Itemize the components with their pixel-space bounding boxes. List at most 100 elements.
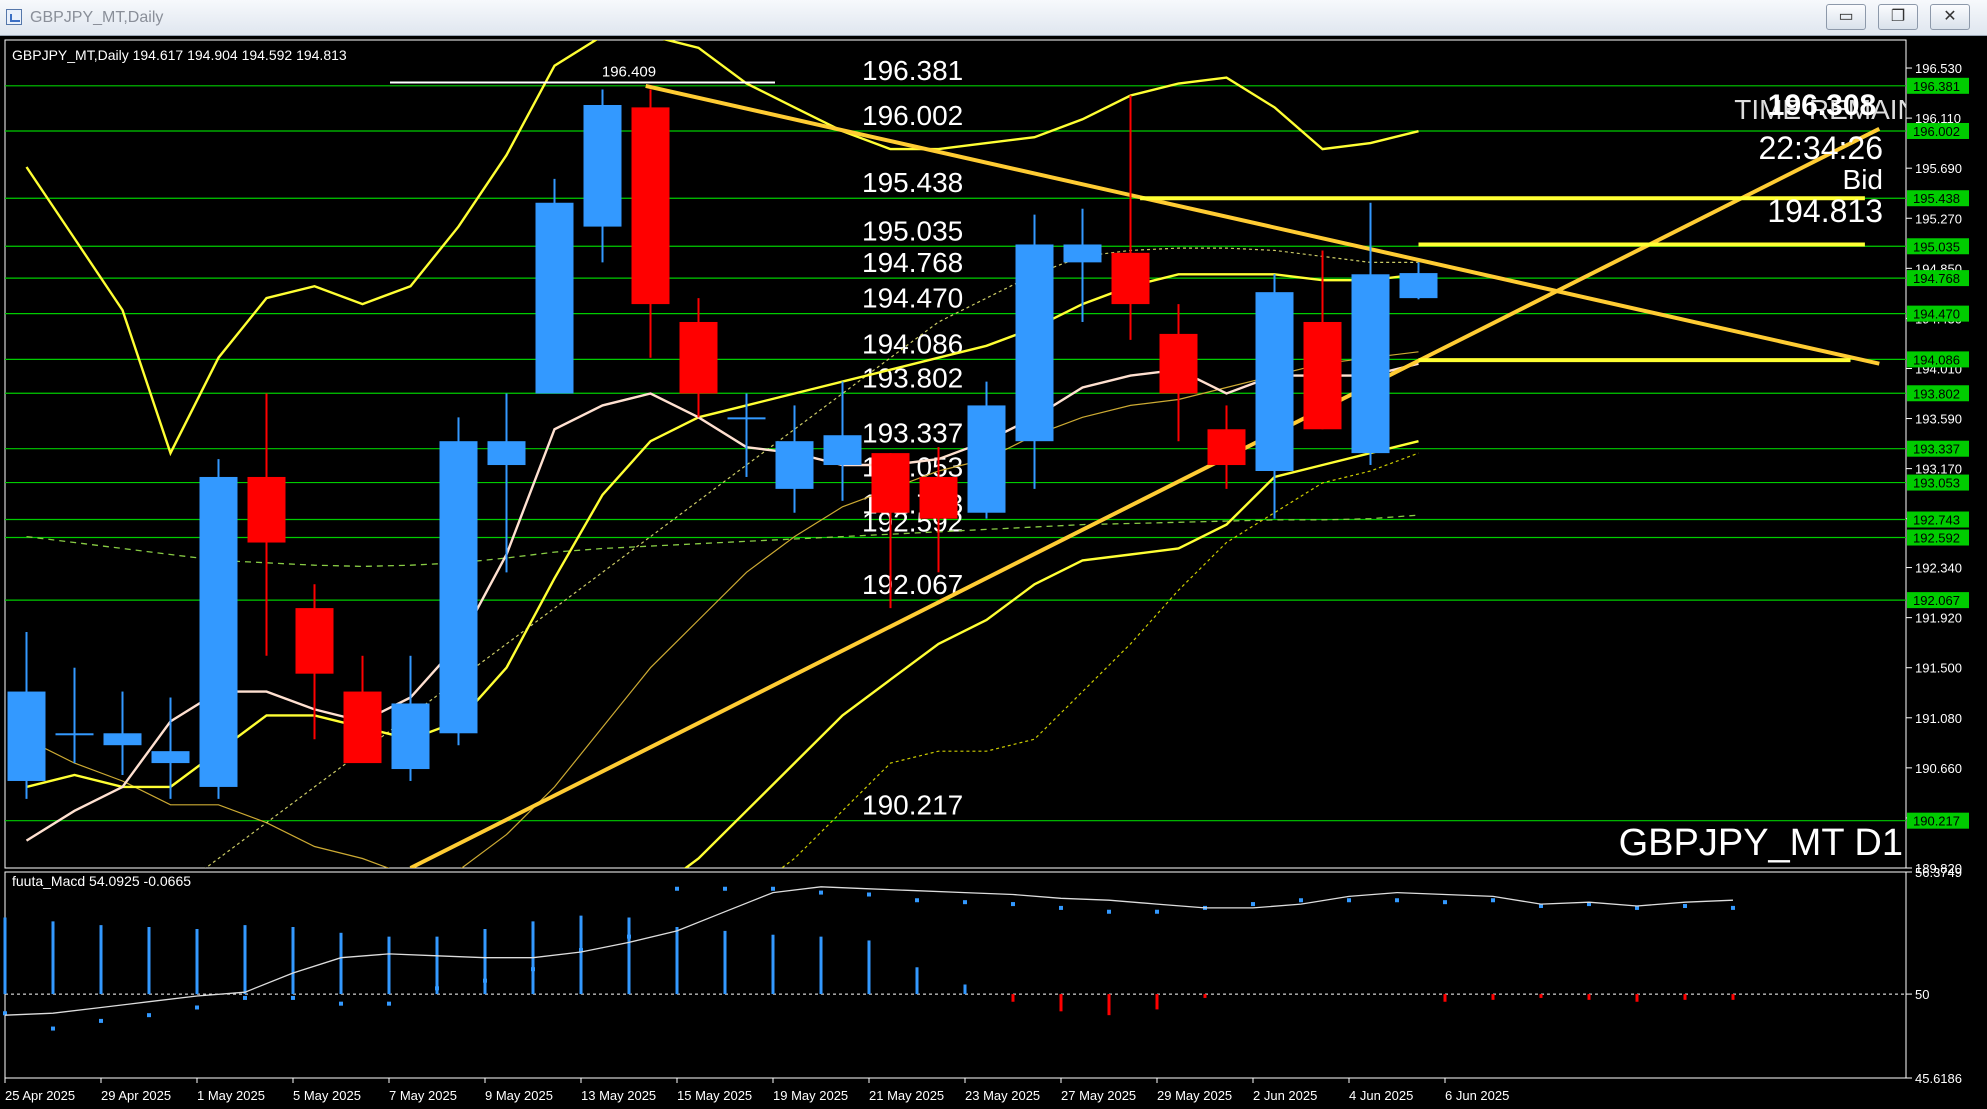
time-axis-label: 5 May 2025	[293, 1088, 361, 1103]
time-axis-label: 2 Jun 2025	[1253, 1088, 1317, 1103]
time-axis-label: 7 May 2025	[389, 1088, 457, 1103]
indicator-signal-dot	[1299, 898, 1303, 903]
level-label: 190.217	[862, 790, 963, 821]
bull-candle-body	[55, 733, 94, 736]
bull-candle-body	[1255, 292, 1294, 471]
indicator-signal-dot	[99, 1018, 103, 1023]
bull-candle-body	[727, 417, 766, 420]
bull-candle-body	[823, 435, 862, 466]
indicator-signal-dot	[915, 898, 919, 903]
bear-candle-body	[1111, 252, 1150, 305]
close-icon: ✕	[1943, 8, 1957, 25]
chart-window-icon	[6, 9, 22, 25]
window-title: GBPJPY_MT,Daily	[30, 9, 164, 26]
bear-candle-body	[247, 476, 286, 543]
indicator-axis-label: 50	[1915, 987, 1929, 1002]
time-axis-label: 9 May 2025	[485, 1088, 553, 1103]
level-axis-label: 196.381	[1913, 79, 1960, 94]
bull-candle-body	[535, 202, 574, 394]
minimize-button[interactable]: ▭	[1826, 4, 1866, 30]
indicator-signal-dot	[483, 978, 487, 983]
price-axis-label: 191.500	[1915, 661, 1962, 676]
level-axis-label: 192.592	[1913, 531, 1960, 546]
bull-candle-body	[7, 691, 46, 781]
level-axis-label: 194.768	[1913, 271, 1960, 286]
level-axis-label: 193.802	[1913, 386, 1960, 401]
bear-candle-body	[631, 107, 670, 305]
indicator-signal-dot	[1347, 898, 1351, 903]
bull-candle-body	[103, 733, 142, 746]
bear-candle-body	[1207, 429, 1246, 466]
indicator-signal-dot	[627, 934, 631, 939]
time-axis-label: 29 Apr 2025	[101, 1088, 171, 1103]
indicator-signal-dot	[819, 890, 823, 895]
bear-candle-body	[871, 453, 910, 513]
level-axis-label: 190.217	[1913, 814, 1960, 829]
level-label: 196.381	[862, 55, 963, 86]
bear-candle-body	[919, 476, 958, 519]
indicator-signal-dot	[51, 1026, 55, 1031]
price-axis-label: 190.660	[1915, 761, 1962, 776]
bull-candle-body	[1015, 244, 1054, 442]
indicator-signal-dot	[1107, 909, 1111, 914]
time-axis-label: 15 May 2025	[677, 1088, 752, 1103]
time-axis-label: 25 Apr 2025	[5, 1088, 75, 1103]
time-axis-label: 4 Jun 2025	[1349, 1088, 1413, 1103]
indicator-signal-dot	[1731, 905, 1735, 910]
indicator-header: fuuta_Macd 54.0925 -0.0665	[12, 873, 191, 889]
indicator-signal-dot	[1011, 902, 1015, 907]
time-axis-label: 29 May 2025	[1157, 1088, 1232, 1103]
level-axis-label: 194.086	[1913, 352, 1960, 367]
bull-candle-body	[775, 441, 814, 489]
indicator-signal-dot	[1395, 898, 1399, 903]
minimize-icon: ▭	[1838, 8, 1854, 25]
level-label: 193.337	[862, 418, 963, 449]
chart-area[interactable]: 196.381 196.002 195.438 195.035 194.768 194.4…	[0, 36, 1987, 1109]
price-chart[interactable]: 196.381196.002195.438195.035194.768194.4…	[0, 36, 1987, 1109]
indicator-signal-dot	[1251, 902, 1255, 907]
indicator-signal-dot	[1683, 903, 1687, 908]
time-axis-label: 13 May 2025	[581, 1088, 656, 1103]
indicator-signal-dot	[387, 1001, 391, 1006]
price-axis-label: 191.920	[1915, 611, 1962, 626]
bull-candle-body	[151, 751, 190, 764]
price-axis-label: 191.080	[1915, 711, 1962, 726]
countdown-label: 22:34:26	[1758, 130, 1883, 166]
indicator-signal-dot	[531, 967, 535, 972]
bear-candle-body	[1303, 321, 1342, 430]
close-button[interactable]: ✕	[1930, 4, 1970, 30]
level-axis-label: 193.053	[1913, 476, 1960, 491]
bull-candle-body	[1063, 244, 1102, 263]
time-axis-label: 23 May 2025	[965, 1088, 1040, 1103]
indicator-signal-dot	[435, 986, 439, 991]
price-axis-label: 195.270	[1915, 211, 1962, 226]
big-price-label: 196.308	[1768, 89, 1876, 122]
level-axis-label: 195.438	[1913, 191, 1960, 206]
level-axis-label: 194.470	[1913, 307, 1960, 322]
level-label: 195.438	[862, 167, 963, 198]
indicator-signal-dot	[675, 886, 679, 891]
restore-button[interactable]: ❐	[1878, 4, 1918, 30]
level-label: 194.470	[862, 283, 963, 314]
time-axis-label: 1 May 2025	[197, 1088, 265, 1103]
indicator-signal-dot	[1059, 905, 1063, 910]
bull-candle-body	[391, 703, 430, 770]
indicator-signal-dot	[243, 995, 247, 1000]
bid-label: Bid	[1843, 164, 1883, 195]
price-axis-label: 196.530	[1915, 61, 1962, 76]
indicator-signal-dot	[195, 1005, 199, 1010]
level-label: 194.768	[862, 247, 963, 278]
bull-candle-body	[1351, 274, 1390, 454]
indicator-signal-dot	[1443, 900, 1447, 905]
indicator-signal-dot	[1155, 909, 1159, 914]
indicator-signal-dot	[147, 1013, 151, 1018]
bear-candle-body	[343, 691, 382, 764]
level-axis-label: 193.337	[1913, 442, 1960, 457]
indicator-signal-dot	[963, 900, 967, 905]
indicator-signal-dot	[723, 886, 727, 891]
bull-candle-body	[1399, 273, 1438, 299]
price-axis-label: 195.690	[1915, 161, 1962, 176]
bear-candle-body	[295, 608, 334, 674]
symbol-timeframe-label: GBPJPY_MT D1	[1619, 822, 1903, 864]
level-label: 196.002	[862, 100, 963, 131]
